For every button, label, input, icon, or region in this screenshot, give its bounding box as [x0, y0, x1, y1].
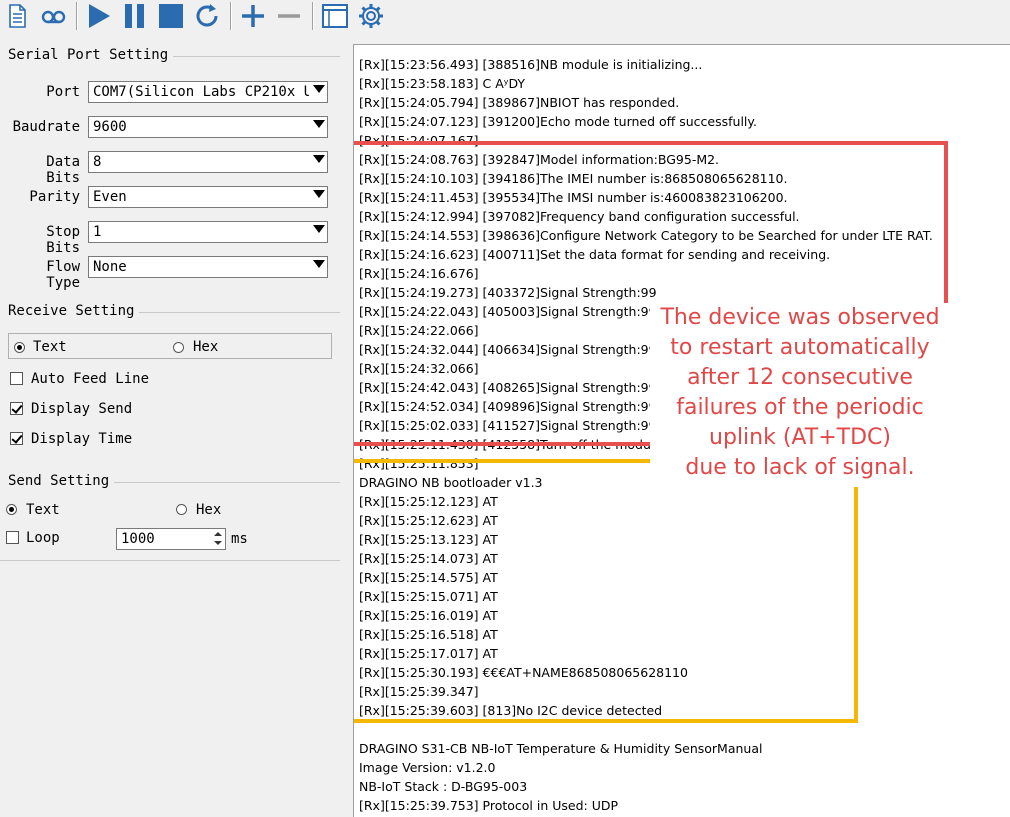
chevron-down-icon: [313, 155, 325, 163]
log-line: Image Version: v1.2.0: [359, 760, 496, 775]
send-hex-label: Hex: [196, 502, 222, 518]
loop-checkbox[interactable]: [6, 531, 19, 544]
parity-label: Parity: [29, 189, 80, 205]
refresh-icon[interactable]: [192, 1, 222, 31]
loop-label: Loop: [26, 530, 60, 546]
stopbits-select[interactable]: 1: [88, 221, 328, 243]
receive-hex-label: Hex: [193, 339, 219, 355]
log-line: [Rx][15:24:07.123] [391200]Echo mode tur…: [359, 114, 757, 129]
port-select[interactable]: COM7(Silicon Labs CP210x US: [88, 81, 328, 103]
annotation-note: The device was observed to restart autom…: [650, 303, 950, 487]
databits-value: 8: [93, 154, 102, 170]
annotation-line: due to lack of signal.: [685, 455, 915, 480]
chevron-down-icon: [313, 85, 325, 93]
parity-select[interactable]: Even: [88, 186, 328, 208]
plus-icon[interactable]: [238, 1, 268, 31]
interval-spinbox[interactable]: 1000: [116, 528, 226, 550]
annotation-line: failures of the periodic: [676, 395, 924, 420]
baudrate-value: 9600: [93, 119, 127, 135]
receive-text-label: Text: [33, 339, 67, 355]
toolbar: [0, 0, 1010, 34]
receive-text-radio[interactable]: [14, 342, 25, 353]
serial-port-title: Serial Port Setting: [0, 47, 174, 63]
chevron-down-icon: [313, 190, 325, 198]
interval-unit: ms: [231, 531, 248, 547]
interval-value: 1000: [121, 531, 155, 547]
pause-icon[interactable]: [120, 1, 150, 31]
document-icon[interactable]: [2, 1, 32, 31]
annotation-line: to restart automatically: [670, 335, 930, 360]
auto-feed-label: Auto Feed Line: [31, 371, 150, 387]
settings-panel: Serial Port Setting Port COM7(Silicon La…: [0, 34, 346, 816]
spin-down-icon[interactable]: [211, 539, 225, 549]
flowtype-select[interactable]: None: [88, 256, 328, 278]
display-send-label: Display Send: [31, 401, 133, 417]
display-time-label: Display Time: [31, 431, 133, 447]
log-line: DRAGINO S31-CB NB-IoT Temperature & Humi…: [359, 741, 763, 756]
flowtype-label: Flow Type: [46, 259, 80, 291]
log-line: NB-IoT Stack : D-BG95-003: [359, 779, 528, 794]
receive-log[interactable]: [Rx][15:23:56.493] [388516]NB module is …: [353, 44, 1010, 817]
log-line: [Rx][15:23:58.183] C AʸDY: [359, 76, 526, 91]
receive-hex-radio[interactable]: [173, 342, 184, 353]
send-text-label: Text: [26, 502, 60, 518]
databits-select[interactable]: 8: [88, 151, 328, 173]
yellow-highlight-box: [354, 459, 858, 723]
auto-feed-checkbox[interactable]: [10, 372, 23, 385]
window-icon[interactable]: [320, 1, 350, 31]
spin-up-icon[interactable]: [211, 529, 225, 539]
annotation-line: The device was observed: [660, 305, 940, 330]
annotation-line: uplink (AT+TDC): [709, 425, 891, 450]
send-hex-radio[interactable]: [176, 504, 187, 515]
chevron-down-icon: [313, 120, 325, 128]
play-icon[interactable]: [84, 1, 114, 31]
parity-value: Even: [93, 189, 127, 205]
display-time-checkbox[interactable]: [10, 432, 23, 445]
baudrate-select[interactable]: 9600: [88, 116, 328, 138]
gear-icon[interactable]: [356, 1, 386, 31]
send-text-radio[interactable]: [6, 504, 17, 515]
chevron-down-icon: [313, 260, 325, 268]
baudrate-label: Baudrate: [12, 119, 80, 135]
stop-icon[interactable]: [156, 1, 186, 31]
stopbits-label: Stop Bits: [46, 224, 80, 256]
chevron-down-icon: [313, 225, 325, 233]
stopbits-value: 1: [93, 224, 102, 240]
port-value: COM7(Silicon Labs CP210x US: [93, 84, 321, 100]
port-label: Port: [46, 84, 80, 100]
databits-label: Data Bits: [46, 154, 80, 186]
annotation-line: after 12 consecutive: [687, 365, 913, 390]
display-send-checkbox[interactable]: [10, 402, 23, 415]
send-setting-title: Send Setting: [0, 473, 115, 489]
log-line: [Rx][15:24:05.794] [389867]NBIOT has res…: [359, 95, 680, 110]
record-icon[interactable]: [38, 1, 68, 31]
flowtype-value: None: [93, 259, 127, 275]
log-line: [Rx][15:23:56.493] [388516]NB module is …: [359, 57, 703, 72]
minus-icon[interactable]: [274, 1, 304, 31]
receive-setting-title: Receive Setting: [0, 303, 140, 319]
log-line: [Rx][15:25:39.753] Protocol in Used: UDP: [359, 798, 619, 813]
